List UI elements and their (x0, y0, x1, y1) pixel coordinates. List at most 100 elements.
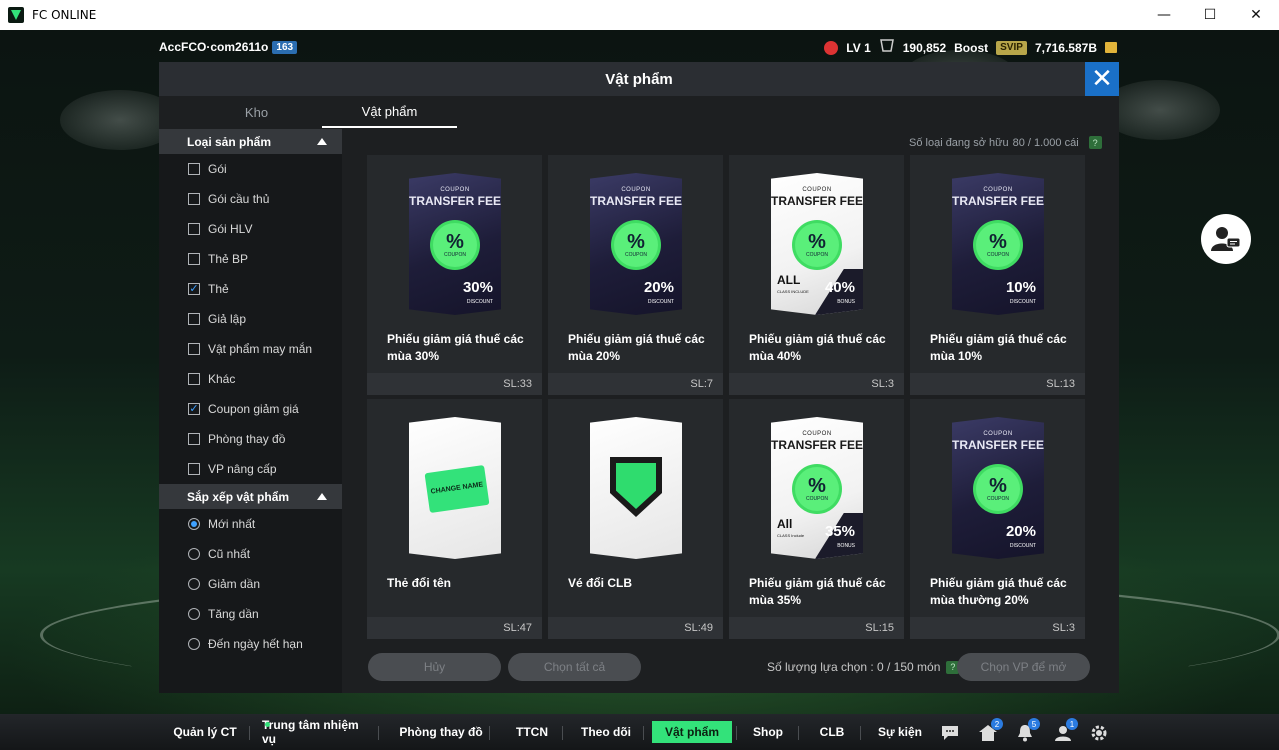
item-card[interactable]: COUPON TRANSFER FEE% COUPON 20% DISCOUNT Phiế… (910, 399, 1085, 639)
checkbox[interactable] (188, 463, 200, 475)
percent-seal-icon: % COUPON (976, 467, 1020, 511)
checkbox[interactable]: ✓ (188, 283, 200, 295)
item-quantity: SL:13 (1046, 378, 1075, 390)
filter-option[interactable]: VP nâng cấp (159, 454, 342, 484)
item-card[interactable]: COUPON TRANSFER FEE% COUPON 20% DISCOUNT Phiế… (548, 155, 723, 395)
filter-option-label: Vật phẩm may mắn (208, 342, 313, 356)
item-card[interactable]: COUPON TRANSFER FEE% COUPON 10% DISCOUNT Phiế… (910, 155, 1085, 395)
gear-icon[interactable] (1088, 722, 1110, 744)
selection-label: Số lượng lựa chọn : 0 / 150 món (767, 660, 941, 674)
support-button[interactable] (1201, 214, 1251, 264)
nav-separator (249, 726, 250, 740)
bell-icon[interactable]: 5 (1014, 718, 1040, 744)
coupon-card: COUPON TRANSFER FEE% COUPON ALL CLASS INCLUD… (771, 173, 863, 315)
item-name: Vé đổi CLB (568, 576, 633, 590)
filter-option[interactable]: Khác (159, 364, 342, 394)
percent-value: 20% (1005, 523, 1036, 540)
nav-item[interactable]: TTCN (506, 721, 558, 743)
sort-option[interactable]: Đến ngày hết hạn (159, 629, 342, 659)
minimize-button[interactable]: — (1141, 0, 1187, 30)
nav-item[interactable]: Theo dõi (573, 721, 639, 743)
checkbox[interactable] (188, 433, 200, 445)
checkbox[interactable] (188, 373, 200, 385)
filter-option[interactable]: Thẻ BP (159, 244, 342, 274)
percent-label: BONUS (837, 543, 855, 549)
radio-button[interactable] (188, 548, 200, 560)
nav-item[interactable]: Vật phẩm (652, 721, 732, 743)
all-label-text: All (777, 517, 793, 531)
filter-option[interactable]: Gói HLV (159, 214, 342, 244)
nav-item[interactable]: CLB (808, 721, 856, 743)
seal-label: COUPON (444, 252, 466, 258)
open-item-button[interactable]: Chọn VP để mở (957, 653, 1090, 681)
nav-item[interactable]: Sự kiện (868, 721, 932, 743)
filter-option[interactable]: ✓ Coupon giảm giá (159, 394, 342, 424)
help-icon[interactable]: ? (1088, 136, 1102, 149)
radio-button[interactable] (188, 638, 200, 650)
checkbox[interactable]: ✓ (188, 403, 200, 415)
filter-option[interactable]: ✓ Thẻ (159, 274, 342, 304)
filter-sidebar: Loại sản phẩm Gói Gói cầu thủ Gói HLV Thẻ B… (159, 129, 342, 693)
item-card[interactable]: COUPON TRANSFER FEE% COUPON ALL CLASS INCLUD… (729, 155, 904, 395)
nav-separator (860, 726, 861, 740)
cancel-button[interactable]: Hủy (368, 653, 501, 681)
checkbox[interactable] (188, 163, 200, 175)
radio-button[interactable] (188, 608, 200, 620)
seal-label: COUPON (987, 496, 1009, 502)
filter-option[interactable]: Gói cầu thủ (159, 184, 342, 214)
nav-separator (736, 726, 737, 740)
filter-option[interactable]: Vật phẩm may mắn (159, 334, 342, 364)
radio-button[interactable] (188, 578, 200, 590)
coupon-card: COUPON TRANSFER FEE% COUPON 20% DISCOUNT (590, 173, 682, 315)
chat-icon[interactable] (939, 722, 961, 744)
coupon-percent: 20% DISCOUNT (644, 280, 674, 309)
home-icon[interactable]: 2 (977, 718, 1003, 744)
item-name: Phiếu giảm giá thuế các mùa 20% (568, 332, 705, 363)
sort-option[interactable]: Cũ nhất (159, 539, 342, 569)
nav-item[interactable]: Trung tâm nhiệm vụ (262, 718, 374, 746)
coupon-title: TRANSFER FEE (952, 438, 1045, 452)
sort-option[interactable]: Giảm dần (159, 569, 342, 599)
percent-seal-icon: % COUPON (976, 223, 1020, 267)
percent-label: DISCOUNT (1009, 543, 1036, 549)
seal-label: COUPON (625, 252, 647, 258)
sort-option[interactable]: Mới nhất (159, 509, 342, 539)
item-card[interactable]: COUPON TRANSFER FEE% COUPON 30% DISCOUNT Phiế… (367, 155, 542, 395)
item-card[interactable]: COUPON TRANSFER FEE% COUPON All CLASS Includ… (729, 399, 904, 639)
filter-option[interactable]: Giả lập (159, 304, 342, 334)
checkbox[interactable] (188, 343, 200, 355)
nav-item[interactable]: Quản lý CT (165, 721, 245, 743)
maximize-button[interactable]: ☐ (1187, 0, 1233, 30)
collapse-icon (317, 138, 327, 145)
coupon-small-label: COUPON (983, 431, 1013, 437)
tab-kho[interactable]: Kho (189, 96, 324, 128)
nav-item[interactable]: Phòng thay đồ (397, 721, 485, 743)
item-quantity: SL:7 (690, 378, 713, 390)
filter-option[interactable]: Phòng thay đồ (159, 424, 342, 454)
filter-option-label: VP nâng cấp (208, 462, 277, 476)
percent-label: BONUS (837, 299, 855, 305)
sort-header[interactable]: Sắp xếp vật phẩm (159, 484, 342, 509)
percent-value: 30% (462, 279, 493, 296)
tab-vat-pham[interactable]: Vật phẩm (322, 96, 457, 128)
item-card[interactable]: Vé đổi CLB SL:49 (548, 399, 723, 639)
filter-option[interactable]: Gói (159, 154, 342, 184)
item-art: COUPON TRANSFER FEE% COUPON 20% DISCOUNT (590, 173, 682, 315)
product-type-header[interactable]: Loại sản phẩm (159, 129, 342, 154)
seal-label: COUPON (806, 496, 828, 502)
close-window-button[interactable]: ✕ (1233, 0, 1279, 30)
checkbox[interactable] (188, 253, 200, 265)
filter-option-label: Gói HLV (208, 222, 253, 236)
checkbox[interactable] (188, 313, 200, 325)
checkbox[interactable] (188, 193, 200, 205)
nav-item[interactable]: Shop (742, 721, 794, 743)
close-icon[interactable]: ✕ (1085, 62, 1119, 96)
sort-option[interactable]: Tăng dần (159, 599, 342, 629)
inbox-icon[interactable]: 1 (1052, 718, 1078, 744)
percent-value: 10% (1005, 279, 1036, 296)
radio-button[interactable] (188, 518, 200, 530)
select-all-button[interactable]: Chọn tất cả (508, 653, 641, 681)
item-card[interactable]: CHANGE NAME Thẻ đổi tên SL:47 (367, 399, 542, 639)
checkbox[interactable] (188, 223, 200, 235)
gold-value: 7,716.587B (1034, 40, 1097, 55)
